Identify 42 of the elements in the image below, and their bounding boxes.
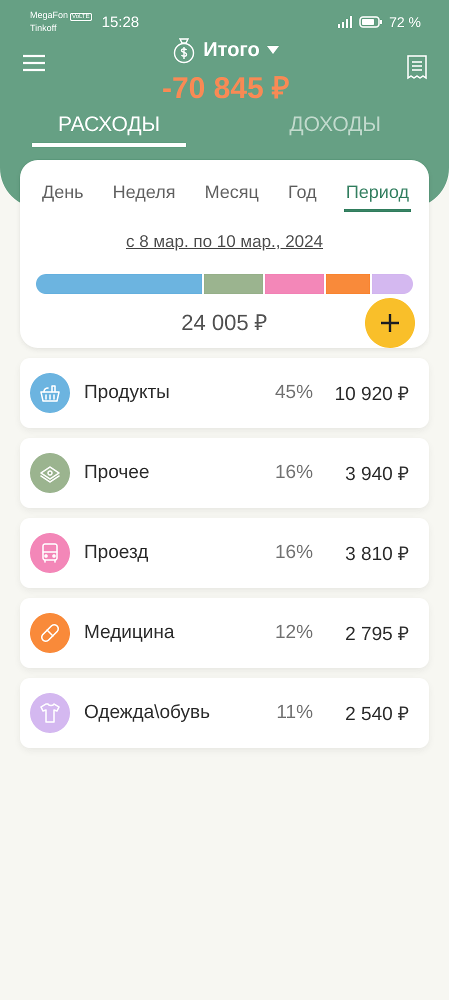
receipt-button[interactable]: [405, 54, 429, 82]
clock: 15:28: [102, 14, 140, 30]
category-percent: 45%: [274, 382, 313, 404]
category-amount: 3 940 ₽: [344, 463, 409, 486]
signal-icon: [337, 16, 354, 28]
period-tab[interactable]: Год: [286, 174, 319, 212]
plus-icon: [379, 312, 401, 334]
period-sum: 24 005 ₽: [181, 309, 268, 336]
total-balance: -70 845 ₽: [162, 71, 290, 107]
tab[interactable]: РАСХОДЫ: [32, 107, 186, 147]
battery-icon: [359, 16, 384, 28]
dropdown-caret-icon[interactable]: [266, 45, 280, 55]
category-percent: 16%: [274, 462, 313, 484]
category-percent: 16%: [274, 542, 313, 564]
carrier-name: Tinkoff: [30, 23, 58, 34]
category-name: Медицина: [84, 622, 176, 644]
pill-icon: [38, 621, 62, 645]
category-name: Проезд: [84, 542, 150, 564]
period-tab[interactable]: Месяц: [202, 174, 261, 212]
category-row[interactable]: Одежда\обувь 11% 2 540 ₽: [20, 678, 429, 748]
category-row[interactable]: Продукты 45% 10 920 ₽: [20, 358, 429, 428]
category-row[interactable]: Проезд 16% 3 810 ₽: [20, 518, 429, 588]
category-row[interactable]: Прочее 16% 3 940 ₽: [20, 438, 429, 508]
category-amount: 3 810 ₽: [344, 543, 409, 566]
account-name[interactable]: Итого: [203, 38, 260, 62]
period-tab[interactable]: Неделя: [110, 174, 178, 212]
menu-button[interactable]: [22, 54, 46, 72]
category-percent: 11%: [276, 702, 313, 724]
category-name: Продукты: [84, 382, 171, 404]
category-row[interactable]: Медицина 12% 2 795 ₽: [20, 598, 429, 668]
shirt-icon: [38, 701, 62, 725]
date-range-link[interactable]: с 8 мар. по 10 мар., 2024: [126, 232, 324, 252]
category-percent: 12%: [274, 622, 313, 644]
category-amount: 2 540 ₽: [344, 703, 409, 726]
period-tab[interactable]: День: [40, 174, 86, 212]
category-name: Прочее: [84, 462, 150, 484]
category-amount: 2 795 ₽: [344, 623, 409, 646]
category-amount: 10 920 ₽: [334, 383, 409, 406]
period-tab[interactable]: Период: [344, 174, 411, 212]
category-name: Одежда\обувь: [84, 702, 211, 724]
battery-percent: 72 %: [389, 14, 421, 30]
add-button[interactable]: [365, 298, 415, 348]
